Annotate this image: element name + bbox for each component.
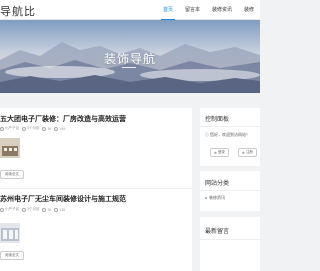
post-comments: 135	[54, 207, 65, 212]
widget-divider	[200, 190, 260, 191]
nav-item-guestbook[interactable]: 留言本	[179, 0, 206, 20]
login-icon: ⊕	[214, 150, 217, 155]
widget-divider	[200, 239, 260, 240]
register-button[interactable]: ⊕ 注册	[238, 148, 257, 157]
bullet-icon	[205, 197, 207, 199]
read-more-button[interactable]: 阅读全文	[0, 251, 24, 260]
post-views: 35	[42, 207, 51, 212]
nav-item-decoration[interactable]: 装修	[238, 0, 260, 20]
main-nav: 首页 留言本 装修资讯 装修	[157, 0, 260, 20]
user-add-icon: ⊕	[242, 150, 245, 155]
post-author: 小严子说	[0, 126, 19, 131]
clock-icon	[22, 207, 26, 212]
post-thumbnail[interactable]	[0, 223, 20, 243]
categories-widget: 网站分类 装修资讯	[200, 171, 260, 211]
widget-title: 网站分类	[205, 181, 230, 187]
post-meta: 小严子说 3个月前 35 135	[0, 207, 65, 212]
read-more-button[interactable]: 阅读全文	[0, 170, 24, 179]
user-icon	[0, 126, 4, 131]
post-views: 39	[42, 126, 51, 131]
eye-icon	[42, 207, 47, 212]
post-card: 五大团电子厂装修：厂房改造与高效运营 小严子说 3个月前 39 199 阅读全文	[0, 108, 192, 188]
factory-photo-image	[0, 138, 20, 158]
recent-messages-widget: 最新留言	[200, 217, 260, 271]
widget-divider	[200, 126, 260, 127]
hero-banner: 装饰导航	[0, 20, 260, 93]
eye-icon	[42, 126, 47, 131]
widget-title: 控制面板	[205, 117, 230, 123]
category-item[interactable]: 装修资讯	[205, 195, 225, 201]
banner-title: 装饰导航	[103, 52, 156, 66]
clock-icon	[22, 126, 26, 131]
info-icon: ⓘ	[205, 132, 209, 137]
cleanroom-photo-image	[0, 223, 20, 243]
post-title[interactable]: 五大团电子厂装修：厂房改造与高效运营	[0, 114, 126, 124]
site-brand[interactable]: 导航比	[0, 3, 36, 19]
post-comments: 199	[54, 126, 65, 131]
comment-icon	[54, 207, 59, 212]
post-list: 五大团电子厂装修：厂房改造与高效运营 小严子说 3个月前 39 199 阅读全文…	[0, 108, 192, 271]
post-title[interactable]: 苏州电子厂无尘车间装修设计与施工规范	[0, 194, 126, 204]
post-date: 3个月前	[22, 207, 39, 212]
login-button[interactable]: ⊕ 登录	[210, 148, 229, 157]
welcome-text: ⓘ 您好，欢迎到访网站！	[205, 132, 250, 137]
user-icon	[0, 207, 4, 212]
nav-item-news[interactable]: 装修资讯	[206, 0, 238, 20]
post-author: 小严子说	[0, 207, 19, 212]
top-navbar: 导航比 首页 留言本 装修资讯 装修	[0, 0, 260, 20]
post-meta: 小严子说 3个月前 39 199	[0, 126, 65, 131]
banner-underline	[122, 67, 136, 68]
nav-item-home[interactable]: 首页	[157, 0, 179, 20]
post-thumbnail[interactable]	[0, 138, 20, 158]
widget-title: 最新留言	[205, 229, 230, 235]
post-date: 3个月前	[22, 126, 39, 131]
control-panel-widget: 控制面板 ⓘ 您好，欢迎到访网站！ ⊕ 登录 ⊕ 注册	[200, 108, 260, 166]
post-card: 苏州电子厂无尘车间装修设计与施工规范 小严子说 3个月前 35 135 阅读全文	[0, 189, 192, 271]
comment-icon	[54, 126, 59, 131]
